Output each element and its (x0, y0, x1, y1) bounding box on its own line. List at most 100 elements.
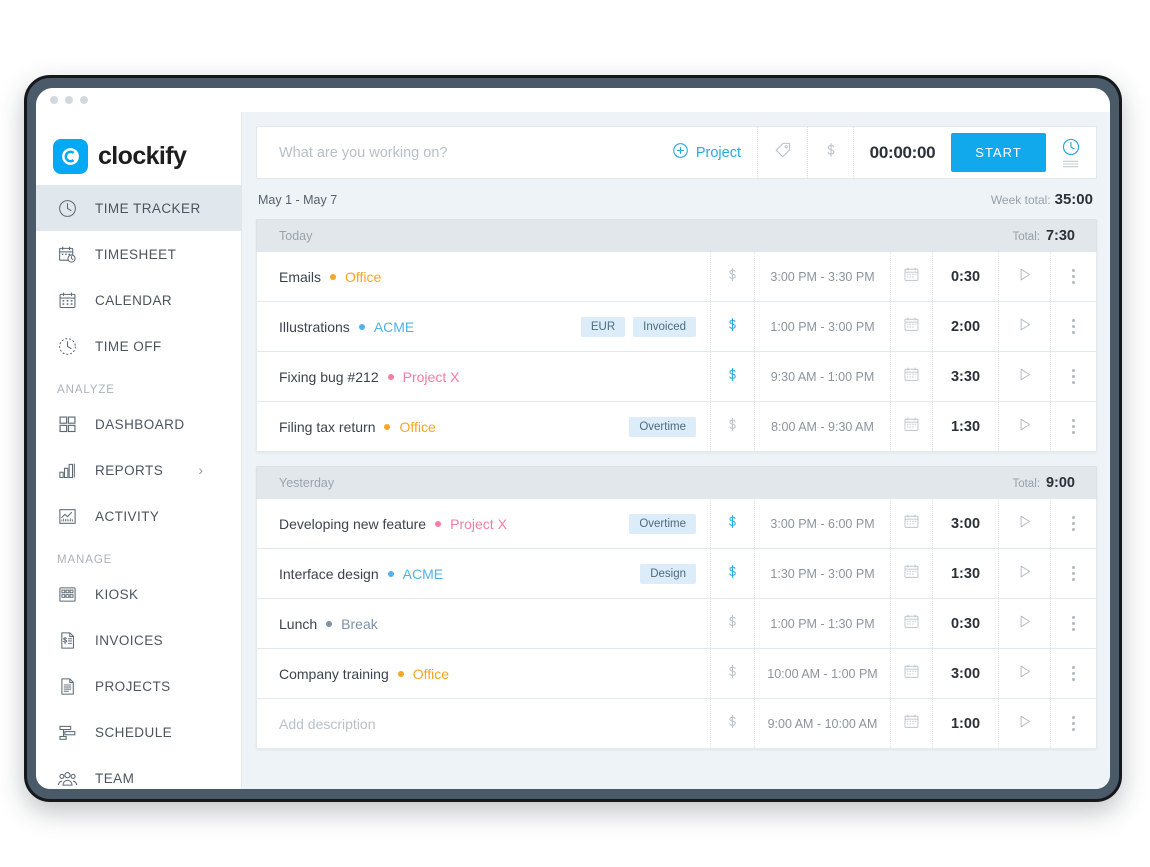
sidebar-item-team[interactable]: TEAM (36, 755, 241, 789)
entry-duration[interactable]: 3:30 (932, 352, 998, 401)
entry-play-button[interactable] (998, 699, 1050, 748)
time-entry-row[interactable]: Fixing bug #212 Project X 9:30 AM - 1:00 P… (256, 352, 1097, 402)
entry-date-picker[interactable] (890, 302, 932, 351)
entry-kebab-menu[interactable] (1050, 402, 1096, 451)
entry-date-picker[interactable] (890, 699, 932, 748)
time-entry-row[interactable]: Developing new feature Project X Overtime 3… (256, 499, 1097, 549)
time-entry-row[interactable]: Filing tax return Office Overtime 8:00 AM -… (256, 402, 1097, 452)
entry-time-range[interactable]: 1:30 PM - 3:00 PM (754, 549, 890, 598)
entry-kebab-menu[interactable] (1050, 549, 1096, 598)
entry-description[interactable]: Fixing bug #212 (279, 369, 379, 385)
entry-project-name[interactable]: Office (345, 269, 381, 285)
entry-time-range[interactable]: 8:00 AM - 9:30 AM (754, 402, 890, 451)
entry-duration[interactable]: 1:30 (932, 549, 998, 598)
entry-billable-toggle[interactable] (710, 699, 754, 748)
sidebar-item-schedule[interactable]: SCHEDULE (36, 709, 241, 755)
window-dot-maximize[interactable] (80, 96, 88, 104)
entry-project-name[interactable]: Break (341, 616, 378, 632)
entry-date-picker[interactable] (890, 352, 932, 401)
entry-description-cell[interactable]: Filing tax return Office Overtime (257, 402, 710, 451)
entry-project-name[interactable]: Office (413, 666, 449, 682)
tag-pill[interactable]: EUR (580, 316, 626, 337)
entry-description-cell[interactable]: Interface design ACME Design (257, 549, 710, 598)
entry-play-button[interactable] (998, 649, 1050, 698)
entry-date-picker[interactable] (890, 402, 932, 451)
sidebar-item-reports[interactable]: REPORTS › (36, 447, 241, 493)
entry-play-button[interactable] (998, 302, 1050, 351)
entry-play-button[interactable] (998, 252, 1050, 301)
entry-play-button[interactable] (998, 599, 1050, 648)
entry-kebab-menu[interactable] (1050, 649, 1096, 698)
entry-time-range[interactable]: 3:00 PM - 6:00 PM (754, 499, 890, 548)
brand-logo[interactable]: clockify (36, 127, 241, 185)
entry-description[interactable]: Lunch (279, 616, 317, 632)
time-entry-row[interactable]: Company training Office 10:00 AM - 1:00 PM… (256, 649, 1097, 699)
entry-billable-toggle[interactable] (710, 649, 754, 698)
tag-pill[interactable]: Invoiced (633, 316, 696, 337)
timer-mode-icon[interactable] (1046, 127, 1096, 178)
entry-kebab-menu[interactable] (1050, 599, 1096, 648)
entry-description-cell[interactable]: Company training Office (257, 649, 710, 698)
entry-billable-toggle[interactable] (710, 252, 754, 301)
tag-pill[interactable]: Design (640, 563, 696, 584)
entry-description-cell[interactable]: Emails Office (257, 252, 710, 301)
time-entry-row[interactable]: Add description 9:00 AM - 10:00 AM 1:00 (256, 699, 1097, 749)
start-button[interactable]: START (951, 133, 1046, 172)
entry-billable-toggle[interactable] (710, 302, 754, 351)
entry-duration[interactable]: 0:30 (932, 599, 998, 648)
entry-play-button[interactable] (998, 499, 1050, 548)
entry-duration[interactable]: 3:00 (932, 499, 998, 548)
sidebar-item-dashboard[interactable]: DASHBOARD (36, 401, 241, 447)
entry-billable-toggle[interactable] (710, 499, 754, 548)
entry-play-button[interactable] (998, 549, 1050, 598)
entry-project-name[interactable]: Project X (450, 516, 507, 532)
entry-kebab-menu[interactable] (1050, 499, 1096, 548)
entry-date-picker[interactable] (890, 499, 932, 548)
sidebar-item-invoices[interactable]: INVOICES (36, 617, 241, 663)
entry-time-range[interactable]: 1:00 PM - 3:00 PM (754, 302, 890, 351)
entry-kebab-menu[interactable] (1050, 252, 1096, 301)
sidebar-item-activity[interactable]: ACTIVITY (36, 493, 241, 539)
time-entry-row[interactable]: Lunch Break 1:00 PM - 1:30 PM 0:30 (256, 599, 1097, 649)
window-dot-close[interactable] (50, 96, 58, 104)
add-project-button[interactable]: Project (662, 127, 757, 178)
week-range-label[interactable]: May 1 - May 7 (258, 193, 337, 207)
tag-button[interactable] (757, 127, 807, 178)
entry-time-range[interactable]: 10:00 AM - 1:00 PM (754, 649, 890, 698)
entry-billable-toggle[interactable] (710, 402, 754, 451)
entry-play-button[interactable] (998, 402, 1050, 451)
entry-billable-toggle[interactable] (710, 549, 754, 598)
entry-project-name[interactable]: ACME (403, 566, 443, 582)
entry-billable-toggle[interactable] (710, 352, 754, 401)
window-dot-minimize[interactable] (65, 96, 73, 104)
entry-description[interactable]: Illustrations (279, 319, 350, 335)
billable-toggle[interactable] (807, 127, 853, 178)
entry-time-range[interactable]: 3:00 PM - 3:30 PM (754, 252, 890, 301)
sidebar-item-time-off[interactable]: TIME OFF (36, 323, 241, 369)
entry-time-range[interactable]: 9:00 AM - 10:00 AM (754, 699, 890, 748)
sidebar-item-time-tracker[interactable]: TIME TRACKER (36, 185, 241, 231)
entry-project-name[interactable]: Project X (403, 369, 460, 385)
entry-kebab-menu[interactable] (1050, 302, 1096, 351)
sidebar-item-projects[interactable]: PROJECTS (36, 663, 241, 709)
tag-pill[interactable]: Overtime (629, 416, 696, 437)
chevron-right-icon[interactable]: › (198, 462, 203, 478)
entry-kebab-menu[interactable] (1050, 699, 1096, 748)
entry-duration[interactable]: 1:00 (932, 699, 998, 748)
entry-description[interactable]: Emails (279, 269, 321, 285)
entry-project-name[interactable]: ACME (374, 319, 414, 335)
tag-pill[interactable]: Overtime (629, 513, 696, 534)
entry-description[interactable]: Filing tax return (279, 419, 375, 435)
timer-description-input[interactable] (257, 127, 662, 178)
sidebar-item-kiosk[interactable]: KIOSK (36, 571, 241, 617)
entry-kebab-menu[interactable] (1050, 352, 1096, 401)
time-entry-row[interactable]: Illustrations ACME EUR Invoiced 1:00 PM - 3:… (256, 302, 1097, 352)
entry-description-cell[interactable]: Lunch Break (257, 599, 710, 648)
sidebar-item-timesheet[interactable]: TIMESHEET (36, 231, 241, 277)
entry-description-cell[interactable]: Add description (257, 699, 710, 748)
entry-description-cell[interactable]: Developing new feature Project X Overtime (257, 499, 710, 548)
entry-description-cell[interactable]: Illustrations ACME EUR Invoiced (257, 302, 710, 351)
entry-duration[interactable]: 1:30 (932, 402, 998, 451)
entry-duration[interactable]: 2:00 (932, 302, 998, 351)
entry-date-picker[interactable] (890, 252, 932, 301)
